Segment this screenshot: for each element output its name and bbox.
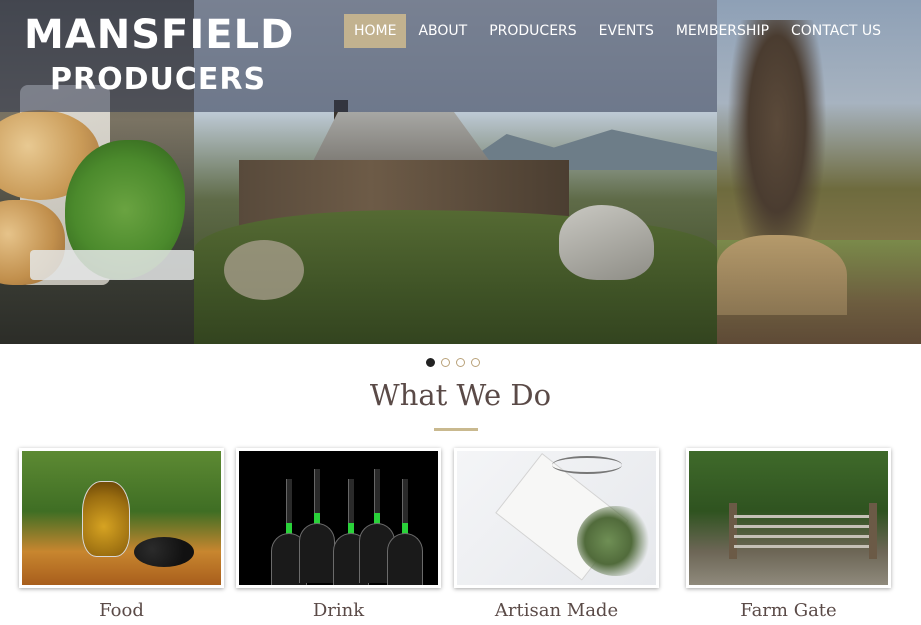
olive-oil-bottle-icon: [82, 481, 130, 557]
title-divider: [434, 428, 478, 431]
nav-producers[interactable]: PRODUCERS: [479, 14, 586, 48]
slider-dot-2[interactable]: [441, 358, 450, 367]
slider-pagination: [426, 358, 486, 367]
nav-home[interactable]: HOME: [343, 14, 407, 48]
card-drink[interactable]: [236, 448, 441, 588]
card-label-drink[interactable]: Drink: [236, 600, 441, 621]
card-artisan-made[interactable]: [454, 448, 659, 588]
nav-membership[interactable]: MEMBERSHIP: [666, 14, 779, 48]
main-navigation: HOME ABOUT PRODUCERS EVENTS MEMBERSHIP C…: [342, 14, 891, 48]
dry-grass: [717, 235, 847, 315]
leaf-sprig-icon: [577, 506, 655, 576]
olives-icon: [134, 537, 194, 567]
hut-roof: [310, 112, 494, 167]
gate-post: [869, 503, 877, 559]
nav-contact-us[interactable]: CONTACT US: [781, 14, 891, 48]
card-farm-gate[interactable]: [686, 448, 891, 588]
artisan-image: [457, 451, 656, 585]
card-label-food[interactable]: Food: [19, 600, 224, 621]
slider-dot-4[interactable]: [471, 358, 480, 367]
wine-bottle-icon: [385, 479, 425, 585]
food-image: [22, 451, 221, 585]
logo-text-line1: MANSFIELD: [24, 12, 295, 58]
nav-events[interactable]: EVENTS: [589, 14, 664, 48]
farm-gate-image: [689, 451, 888, 585]
slider-dot-1[interactable]: [426, 358, 435, 367]
logo-text-line2: PRODUCERS: [50, 62, 267, 97]
nav-about[interactable]: ABOUT: [408, 14, 477, 48]
hero-panel-field: [717, 0, 921, 344]
slider-dot-3[interactable]: [456, 358, 465, 367]
dirt-path: [224, 240, 304, 300]
granite-rock: [559, 205, 654, 280]
card-food[interactable]: [19, 448, 224, 588]
section-title: What We Do: [369, 378, 552, 412]
site-logo[interactable]: MANSFIELD PRODUCERS: [24, 12, 293, 104]
card-label-artisan-made[interactable]: Artisan Made: [454, 600, 659, 621]
hero-slider: MANSFIELD PRODUCERS HOME ABOUT PRODUCERS…: [0, 0, 921, 344]
plate: [30, 250, 194, 280]
gate-icon: [734, 515, 874, 555]
drink-image: [239, 451, 438, 585]
card-label-farm-gate[interactable]: Farm Gate: [686, 600, 891, 621]
ribbon-icon: [552, 456, 622, 474]
